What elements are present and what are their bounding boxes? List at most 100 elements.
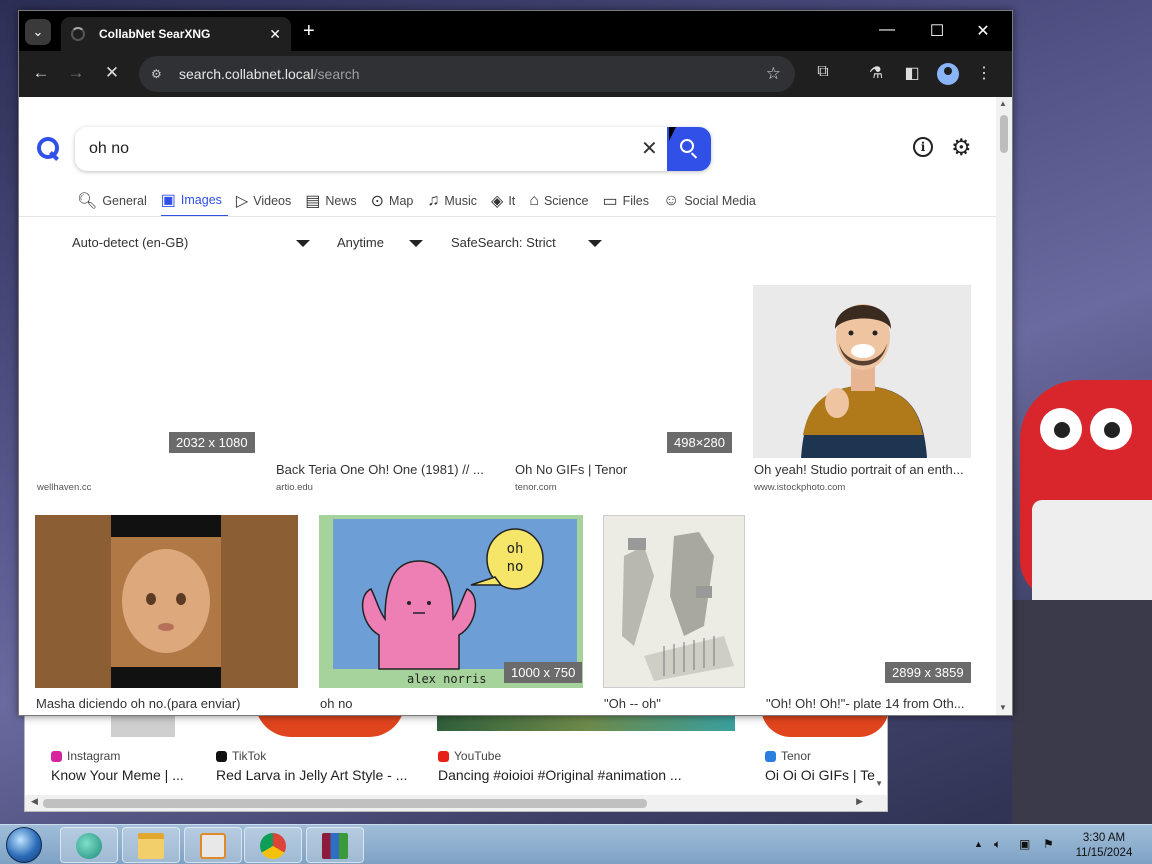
preferences-gear-icon[interactable]: ⚙ [951, 134, 972, 161]
background-window[interactable]: Instagram Know Your Meme | ... TikTok Re… [24, 700, 889, 812]
folder-icon [138, 833, 164, 859]
result-card[interactable]: YouTube Dancing #oioioi #Original #anima… [438, 749, 708, 783]
back-button[interactable]: ← [30, 63, 52, 83]
search-icon: 🔍︎ [77, 193, 98, 210]
tab-map[interactable]: ⊙ Map [371, 191, 420, 217]
taskbar-app-media[interactable] [184, 827, 242, 863]
tiktok-icon [216, 750, 227, 762]
image-result[interactable]: oh no alex norris 1000 x 750 oh no [319, 515, 583, 715]
winrar-icon [322, 833, 348, 859]
tab-label: Science [543, 194, 589, 208]
labs-flask-icon[interactable]: ⚗ [865, 63, 887, 83]
taskbar-app-winrar[interactable] [306, 827, 364, 863]
artist-signature: alex norris [407, 672, 486, 686]
newspaper-icon: ▤ [305, 193, 321, 210]
category-tabs: 🔍︎ General ▣ Images ▷ Videos ▤ News ⊙ Map ♫ Music ◈ I… [77, 191, 770, 217]
image-result[interactable]: Oh yeah! Studio portrait of an enth... w… [753, 285, 973, 505]
tab-files[interactable]: ▭ Files [602, 191, 655, 217]
taskbar-app-edge[interactable] [60, 827, 118, 863]
result-image[interactable] [603, 515, 745, 688]
maximize-button[interactable]: ☐ [927, 21, 947, 41]
image-dimensions: 2032 x 1080 [169, 432, 255, 453]
image-result[interactable]: 2899 x 3859 "Oh! Oh! Oh!"- plate 14 from… [765, 515, 985, 715]
image-result[interactable]: Back Teria One Oh! One (1981) // ... art… [275, 285, 495, 505]
image-icon: ▣ [160, 192, 176, 209]
searxng-logo-icon[interactable] [37, 137, 59, 159]
result-source: wellhaven.cc [37, 482, 92, 493]
tab-label: Images [180, 193, 222, 207]
browser-tab[interactable]: CollabNet SearXNG ✕ [61, 17, 291, 51]
tab-general[interactable]: 🔍︎ General [77, 191, 153, 217]
tab-label: Music [444, 194, 478, 208]
image-result[interactable]: Masha diciendo oh no.(para enviar) [35, 515, 299, 715]
result-title: "Oh -- oh" [604, 696, 661, 711]
result-title: "Oh! Oh! Oh!"- plate 14 from Oth... [766, 696, 965, 711]
vertical-scrollbar[interactable]: ▲ ▼ [996, 97, 1012, 715]
menu-kebab-icon[interactable]: ⋮ [973, 63, 995, 83]
new-tab-button[interactable]: + [303, 20, 315, 43]
play-icon: ▷ [235, 193, 249, 210]
info-icon[interactable]: i [913, 137, 933, 157]
result-card[interactable]: Tenor Oi Oi Oi GIFs | Te [765, 749, 875, 783]
result-title: Back Teria One Oh! One (1981) // ... [276, 462, 484, 477]
side-panel-icon[interactable]: ◧ [901, 63, 923, 83]
clear-search-icon[interactable]: ✕ [641, 136, 658, 161]
chevron-down-icon[interactable] [409, 240, 423, 247]
tab-social-media[interactable]: ☺ Social Media [663, 191, 762, 217]
safesearch-select[interactable]: SafeSearch: Strict [451, 235, 556, 250]
time-range-select[interactable]: Anytime [337, 235, 384, 250]
image-result[interactable]: 2032 x 1080 wellhaven.cc [35, 285, 255, 505]
search-input[interactable] [89, 137, 629, 161]
tab-images[interactable]: ▣ Images [160, 191, 228, 217]
tab-news[interactable]: ▤ News [305, 191, 362, 217]
taskbar-app-chrome[interactable] [244, 827, 302, 863]
browser-toolbar: ← → ✕ ⚙ search.collabnet.local/search ☆ … [19, 51, 1012, 97]
tab-label: Files [622, 194, 649, 208]
tab-label: It [508, 194, 516, 208]
result-card[interactable]: TikTok Red Larva in Jelly Art Style - ..… [216, 749, 416, 783]
bookmark-star-icon[interactable]: ☆ [766, 64, 781, 84]
result-card[interactable]: Instagram Know Your Meme | ... [51, 749, 201, 783]
tab-search-button[interactable]: ⌄ [25, 19, 51, 45]
search-icon [680, 139, 694, 153]
tab-it[interactable]: ◈ It [491, 191, 521, 217]
taskbar-app-explorer[interactable] [122, 827, 180, 863]
layers-icon: ◈ [491, 193, 504, 210]
tenor-icon [765, 750, 776, 762]
minimize-button[interactable]: — [877, 21, 897, 39]
address-bar[interactable]: ⚙ search.collabnet.local/search ☆ [139, 56, 795, 92]
map-pin-icon: ⊙ [370, 193, 385, 210]
show-hidden-icons-arrow[interactable]: ▲ [974, 839, 983, 849]
start-button[interactable] [6, 827, 42, 863]
result-title: Masha diciendo oh no.(para enviar) [36, 696, 241, 711]
result-source: www.istockphoto.com [754, 482, 846, 493]
close-tab-icon[interactable]: ✕ [269, 26, 281, 43]
result-image[interactable] [753, 285, 971, 458]
scroll-down-arrow[interactable]: ▼ [875, 779, 883, 788]
tab-videos[interactable]: ▷ Videos [236, 191, 297, 217]
extensions-icon[interactable]: ⧉ [812, 63, 834, 81]
chevron-down-icon[interactable] [296, 240, 310, 247]
image-dimensions: 1000 x 750 [504, 662, 583, 683]
site-settings-icon[interactable]: ⚙ [151, 67, 167, 81]
forward-button[interactable]: → [65, 63, 87, 83]
image-result[interactable]: 498×280 Oh No GIFs | Tenor tenor.com [514, 285, 734, 505]
close-window-button[interactable]: ✕ [973, 21, 993, 41]
network-icon[interactable]: ▣ [1019, 837, 1030, 851]
system-clock[interactable]: 3:30 AM 11/15/2024 [1064, 831, 1144, 861]
horizontal-scrollbar[interactable]: ◀ ▶ [25, 795, 887, 811]
language-select[interactable]: Auto-detect (en-GB) [72, 235, 188, 250]
action-center-flag-icon[interactable]: ⚑ [1043, 837, 1054, 851]
tab-science[interactable]: ⌂ Science [529, 191, 594, 217]
chevron-down-icon[interactable] [588, 240, 602, 247]
result-image[interactable] [35, 515, 298, 688]
volume-icon[interactable]: 🔈︎ [994, 837, 1001, 852]
scrollbar-thumb[interactable] [1000, 115, 1008, 153]
image-result[interactable]: "Oh -- oh" [603, 515, 763, 715]
stop-loading-button[interactable]: ✕ [101, 63, 123, 83]
speech-bubble-text: oh [507, 541, 524, 557]
loading-spinner-icon [71, 27, 85, 41]
profile-avatar[interactable] [937, 63, 959, 85]
tab-music[interactable]: ♫ Music [427, 191, 483, 217]
mouse-cursor [669, 127, 676, 141]
